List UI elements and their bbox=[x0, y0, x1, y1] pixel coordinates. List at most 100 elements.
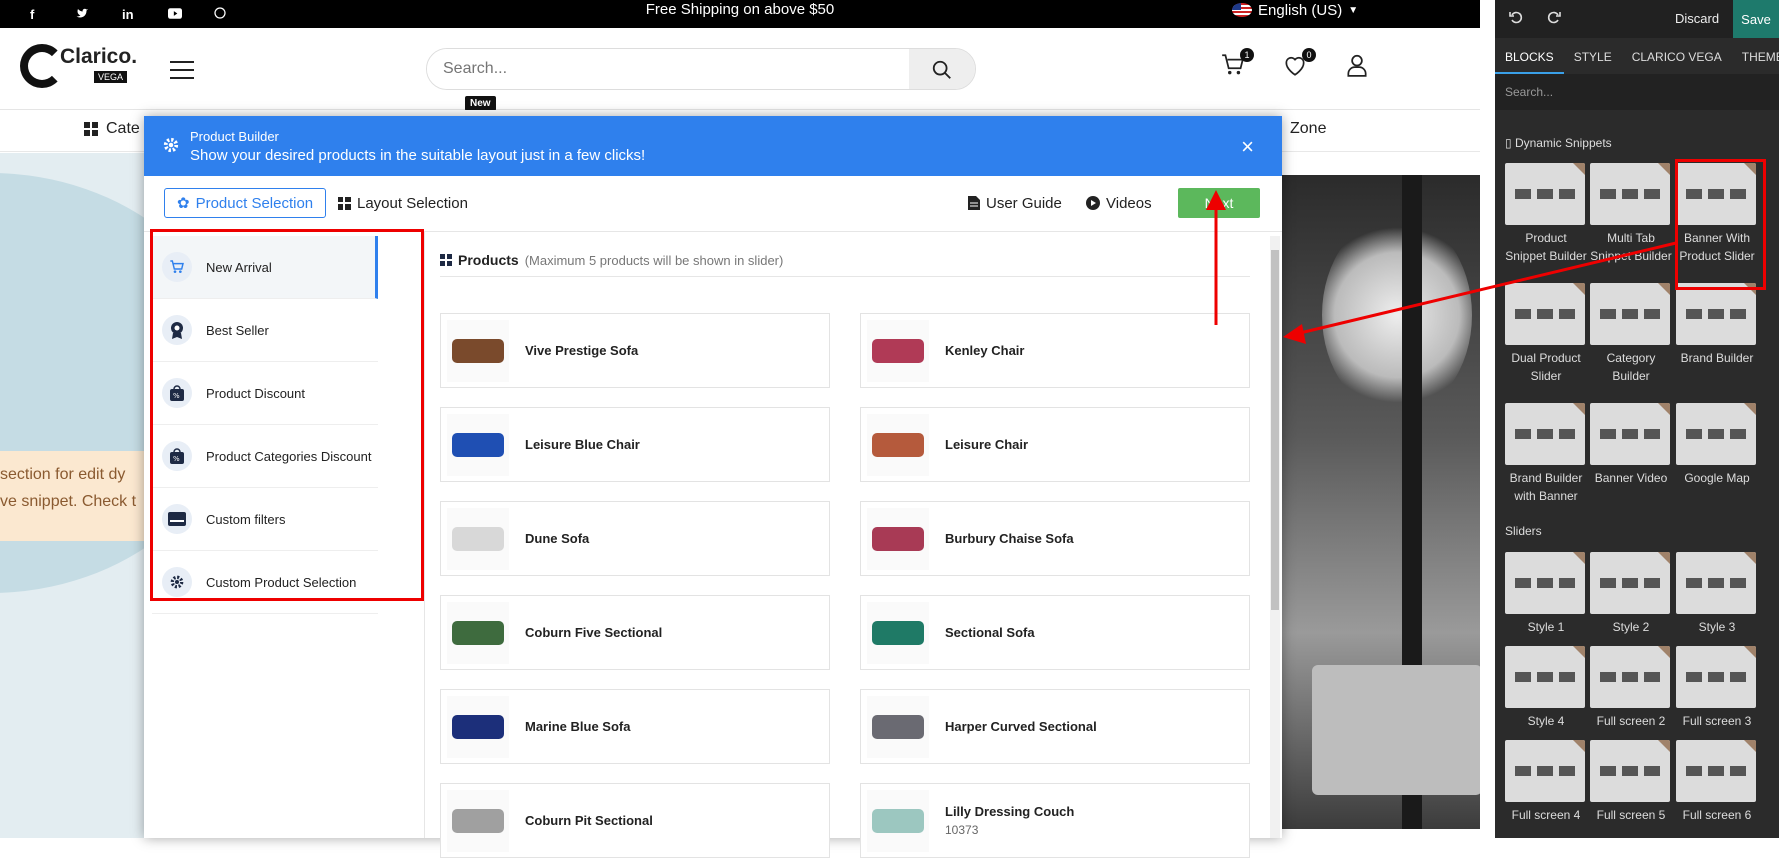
products-heading: Products (Maximum 5 products will be sho… bbox=[440, 252, 783, 268]
site-search-input[interactable] bbox=[427, 49, 907, 89]
product-card[interactable]: Marine Blue Sofa bbox=[440, 689, 830, 764]
product-reference: 10373 bbox=[945, 823, 979, 837]
product-builder-modal: Product Builder Show your desired produc… bbox=[144, 116, 1282, 858]
sidebar-item-custom-filters[interactable]: Custom filters bbox=[152, 488, 378, 551]
tab-theme[interactable]: THEME bbox=[1732, 38, 1779, 74]
sidebar-item-new-arrival[interactable]: New Arrival bbox=[152, 236, 378, 299]
save-button[interactable]: Save bbox=[1733, 0, 1779, 38]
snippet-block[interactable]: Brand Builder with Banner bbox=[1505, 403, 1587, 515]
user-guide-link[interactable]: User Guide bbox=[968, 188, 1062, 218]
snippet-block[interactable]: Full screen 6 bbox=[1676, 740, 1758, 852]
site-logo[interactable]: Clarico. VEGA bbox=[20, 44, 137, 88]
product-name: Lilly Dressing Couch bbox=[945, 804, 1075, 819]
tab-clarico-vega[interactable]: CLARICO VEGA bbox=[1622, 38, 1732, 74]
videos-link[interactable]: Videos bbox=[1086, 188, 1152, 218]
discard-button[interactable]: Discard bbox=[1675, 11, 1719, 26]
next-button[interactable]: Next bbox=[1178, 188, 1260, 218]
products-note: (Maximum 5 products will be shown in sli… bbox=[524, 252, 784, 268]
product-name: Leisure Blue Chair bbox=[525, 437, 640, 452]
tab-product-selection[interactable]: ✿ Product Selection bbox=[164, 188, 327, 218]
product-thumbnail bbox=[867, 413, 929, 476]
account-button[interactable] bbox=[1344, 52, 1370, 83]
snippet-block[interactable]: Banner With Product Slider bbox=[1676, 163, 1758, 275]
new-tag: New bbox=[465, 96, 496, 111]
modal-scrollbar[interactable] bbox=[1270, 236, 1280, 838]
product-name: Kenley Chair bbox=[945, 343, 1025, 358]
product-card[interactable]: Vive Prestige Sofa bbox=[440, 313, 830, 388]
product-card[interactable]: Dune Sofa bbox=[440, 501, 830, 576]
snippet-block[interactable]: Product Snippet Builder bbox=[1505, 163, 1587, 275]
snippet-preview-icon bbox=[1505, 163, 1585, 225]
us-flag-icon bbox=[1232, 3, 1252, 17]
editor-notice: section for edit dy ve snippet. Check t bbox=[0, 451, 150, 541]
selection-sidebar: New Arrival Best Seller % Product Discou… bbox=[152, 236, 378, 614]
snippet-block[interactable]: Full screen 4 bbox=[1505, 740, 1587, 852]
layout-grid-icon bbox=[338, 196, 351, 210]
product-thumbnail bbox=[447, 601, 509, 664]
section-sliders: Sliders bbox=[1505, 524, 1542, 538]
cart-icon bbox=[162, 252, 192, 282]
snippet-preview-icon bbox=[1590, 740, 1670, 802]
zone-link[interactable]: Zone bbox=[1290, 120, 1326, 138]
search-button[interactable] bbox=[909, 49, 975, 89]
close-icon[interactable]: × bbox=[1241, 134, 1254, 160]
snippet-preview-icon bbox=[1590, 646, 1670, 708]
play-circle-icon bbox=[1086, 196, 1100, 210]
sidebar-item-custom-product-selection[interactable]: Custom Product Selection bbox=[152, 551, 378, 614]
product-thumbnail bbox=[867, 319, 929, 382]
tab-style[interactable]: STYLE bbox=[1564, 38, 1622, 74]
product-thumbnail bbox=[447, 507, 509, 570]
tab-blocks[interactable]: BLOCKS bbox=[1495, 38, 1564, 74]
snippet-preview-icon bbox=[1676, 740, 1756, 802]
discount-bag-icon: % bbox=[162, 441, 192, 471]
blocks-search-input[interactable]: Search... bbox=[1495, 74, 1779, 110]
snippet-preview-icon bbox=[1590, 403, 1670, 465]
categories-menu[interactable]: Cate bbox=[84, 120, 140, 138]
snippet-preview-icon bbox=[1590, 283, 1670, 345]
snippet-block[interactable]: Full screen 5 bbox=[1590, 740, 1672, 852]
snippet-label: Google Map bbox=[1684, 471, 1750, 485]
search-icon bbox=[932, 60, 951, 79]
sidebar-item-product-discount[interactable]: % Product Discount bbox=[152, 362, 378, 425]
product-card[interactable]: Leisure Chair bbox=[860, 407, 1250, 482]
snippet-preview-icon bbox=[1676, 646, 1756, 708]
snippet-label: Full screen 2 bbox=[1596, 714, 1666, 728]
redo-icon[interactable] bbox=[1547, 10, 1561, 24]
sidebar-item-best-seller[interactable]: Best Seller bbox=[152, 299, 378, 362]
sidebar-item-label: New Arrival bbox=[206, 259, 272, 275]
snippet-block[interactable]: Brand Builder bbox=[1676, 283, 1758, 395]
sidebar-item-label: Custom Product Selection bbox=[206, 574, 357, 590]
snippet-block[interactable]: Dual Product Slider bbox=[1505, 283, 1587, 395]
snippet-block[interactable]: Banner Video bbox=[1590, 403, 1672, 515]
cart-button[interactable]: 1 bbox=[1220, 48, 1254, 83]
hamburger-menu-icon[interactable] bbox=[170, 61, 194, 85]
document-icon bbox=[968, 196, 980, 210]
language-selector[interactable]: English (US) ▼ bbox=[1232, 0, 1358, 20]
product-card[interactable]: Leisure Blue Chair bbox=[440, 407, 830, 482]
snippet-label: Style 4 bbox=[1527, 714, 1565, 728]
product-name: Sectional Sofa bbox=[945, 625, 1035, 640]
snippet-block[interactable]: Multi Tab Snippet Builder bbox=[1590, 163, 1672, 275]
undo-icon[interactable] bbox=[1509, 10, 1523, 24]
tab-layout-selection[interactable]: Layout Selection bbox=[338, 188, 468, 218]
sidebar-divider bbox=[424, 232, 425, 838]
product-card[interactable]: Lilly Dressing Couch 10373 bbox=[860, 783, 1250, 858]
product-card[interactable]: Coburn Pit Sectional bbox=[440, 783, 830, 858]
top-bar: f in Free Shipping on above $50 English … bbox=[0, 0, 1480, 28]
snippet-label: Product Snippet Builder bbox=[1505, 231, 1587, 263]
user-guide-label: User Guide bbox=[986, 194, 1062, 212]
product-card[interactable]: Sectional Sofa bbox=[860, 595, 1250, 670]
snippet-label: Dual Product Slider bbox=[1511, 351, 1581, 383]
snippet-block[interactable]: Google Map bbox=[1676, 403, 1758, 515]
wishlist-button[interactable]: 0 bbox=[1282, 48, 1316, 83]
product-card[interactable]: Kenley Chair bbox=[860, 313, 1250, 388]
product-card[interactable]: Harper Curved Sectional bbox=[860, 689, 1250, 764]
product-name: Coburn Pit Sectional bbox=[525, 813, 653, 828]
sidebar-item-product-categories-discount[interactable]: % Product Categories Discount bbox=[152, 425, 378, 488]
product-thumbnail bbox=[867, 789, 929, 852]
product-card[interactable]: Burbury Chaise Sofa bbox=[860, 501, 1250, 576]
product-thumbnail bbox=[447, 413, 509, 476]
snippet-block[interactable]: Category Builder bbox=[1590, 283, 1672, 395]
product-card[interactable]: Coburn Five Sectional bbox=[440, 595, 830, 670]
product-name: Marine Blue Sofa bbox=[525, 719, 631, 734]
